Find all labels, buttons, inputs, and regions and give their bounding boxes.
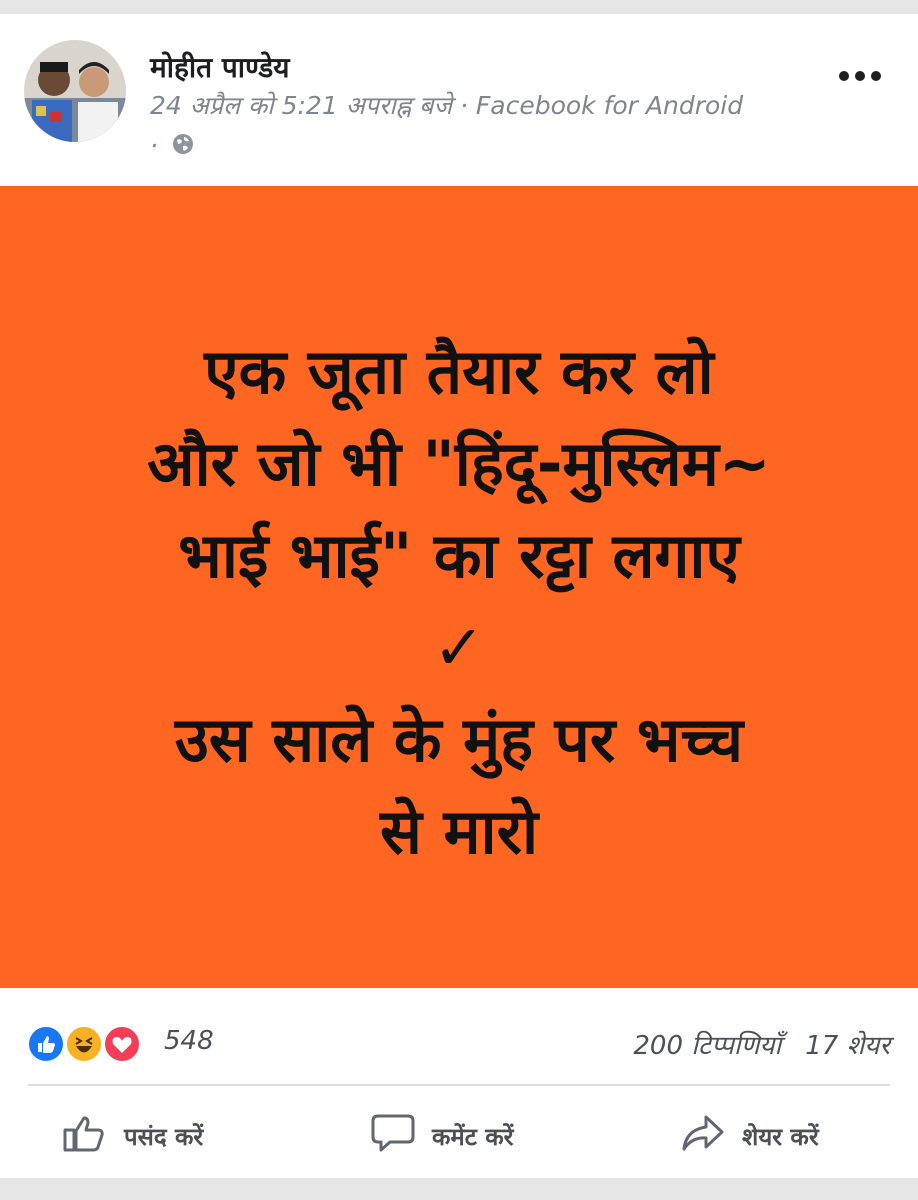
share-arrow-icon (680, 1113, 726, 1159)
reaction-count[interactable]: 548 (164, 1026, 214, 1056)
like-label: पसंद करें (124, 1122, 204, 1151)
love-reaction-icon (102, 1024, 142, 1064)
post-stats: 548 200 टिप्पणियाँ 17 शेयर (0, 988, 918, 1088)
reaction-icons[interactable] (26, 1024, 150, 1064)
avatar[interactable] (24, 40, 126, 142)
comment-button[interactable]: कमेंट करें (370, 1114, 513, 1158)
meta-separator: · (459, 91, 468, 120)
image-text-line: भाई भाई" का रट्टा लगाए (178, 519, 740, 592)
more-options-button[interactable] (830, 56, 890, 96)
thumbs-up-icon (62, 1113, 108, 1159)
share-count[interactable]: 17 शेयर (805, 1031, 890, 1061)
more-options-icon (839, 71, 849, 81)
post-timestamp[interactable]: 24 अप्रैल को 5:21 अपराह्न बजे (150, 91, 452, 120)
comments-shares: 200 टिप्पणियाँ 17 शेयर (633, 1026, 890, 1062)
image-text-line: और जो भी "हिंदू-मुस्लिम~ (147, 427, 771, 500)
globe-icon (172, 127, 194, 167)
author-name[interactable]: मोहीत पाण्डेय (150, 48, 290, 86)
action-bar: पसंद करें कमेंट करें शेयर करें (0, 1088, 918, 1178)
share-label: शेयर करें (742, 1122, 819, 1151)
meta-separator: · (150, 131, 158, 160)
image-text-line: से मारो (379, 795, 539, 868)
post-image[interactable]: एक जूता तैयार कर लो और जो भी "हिंदू-मुस्… (0, 186, 918, 988)
divider (28, 1084, 890, 1086)
post-header: मोहीत पाण्डेय 24 अप्रैल को 5:21 अपराह्न … (0, 14, 918, 186)
image-text-line: ✓ (433, 611, 485, 684)
post-meta: 24 अप्रैल को 5:21 अपराह्न बजे · Facebook… (150, 86, 750, 167)
comment-count[interactable]: 200 टिप्पणियाँ (633, 1031, 781, 1061)
haha-reaction-icon (64, 1024, 104, 1064)
share-button[interactable]: शेयर करें (680, 1114, 819, 1158)
post-image-text: एक जूता तैयार कर लो और जो भी "हिंदू-मुस्… (40, 326, 878, 878)
image-text-line: उस साले के मुंह पर भच्च (174, 703, 744, 776)
comment-icon (370, 1112, 416, 1160)
image-text-line: एक जूता तैयार कर लो (204, 335, 714, 408)
post-card: मोहीत पाण्डेय 24 अप्रैल को 5:21 अपराह्न … (0, 14, 918, 1178)
post-source: Facebook for Android (475, 91, 744, 120)
like-button[interactable]: पसंद करें (62, 1114, 203, 1158)
like-reaction-icon (26, 1024, 66, 1064)
comment-label: कमेंट करें (432, 1122, 514, 1151)
